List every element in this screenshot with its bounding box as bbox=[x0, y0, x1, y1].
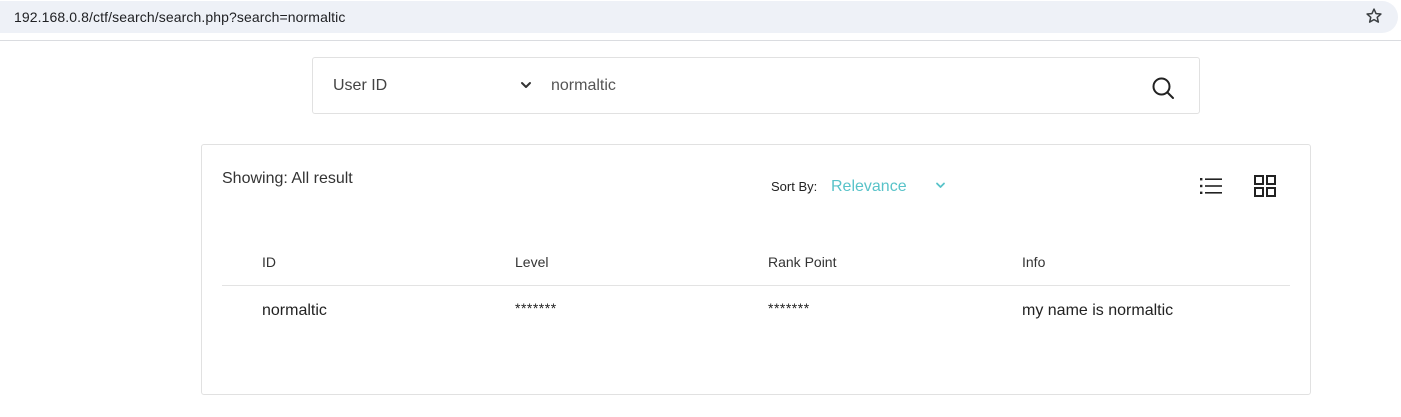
search-field-select[interactable]: User ID bbox=[333, 77, 387, 95]
cell-rank-point: ******* bbox=[768, 300, 810, 316]
column-header-id: ID bbox=[262, 254, 276, 270]
list-view-icon[interactable] bbox=[1200, 177, 1222, 195]
cell-level: ******* bbox=[515, 300, 557, 316]
chevron-down-icon[interactable] bbox=[520, 80, 532, 90]
search-input[interactable]: normaltic bbox=[551, 77, 616, 95]
results-panel: Showing: All result Sort By: Relevance I… bbox=[201, 144, 1311, 395]
showing-label: Showing: All result bbox=[222, 170, 353, 187]
grid-view-icon[interactable] bbox=[1254, 175, 1276, 197]
chevron-down-icon[interactable] bbox=[935, 181, 946, 190]
column-header-rank-point: Rank Point bbox=[768, 254, 837, 270]
cell-info: my name is normaltic bbox=[1022, 302, 1174, 319]
column-header-level: Level bbox=[515, 254, 549, 270]
star-icon[interactable] bbox=[1365, 7, 1383, 25]
browser-address-bar: 192.168.0.8/ctf/search/search.php?search… bbox=[0, 0, 1401, 41]
url-field[interactable]: 192.168.0.8/ctf/search/search.php?search… bbox=[0, 1, 1398, 33]
sort-by-select[interactable]: Relevance bbox=[831, 178, 907, 196]
cell-id: normaltic bbox=[262, 302, 327, 319]
search-bar: User ID normaltic bbox=[312, 57, 1200, 114]
column-header-info: Info bbox=[1022, 254, 1046, 270]
search-icon[interactable] bbox=[1151, 76, 1175, 100]
url-text[interactable]: 192.168.0.8/ctf/search/search.php?search… bbox=[14, 9, 345, 25]
sort-by-label: Sort By: bbox=[771, 179, 818, 194]
table-divider bbox=[222, 285, 1290, 286]
